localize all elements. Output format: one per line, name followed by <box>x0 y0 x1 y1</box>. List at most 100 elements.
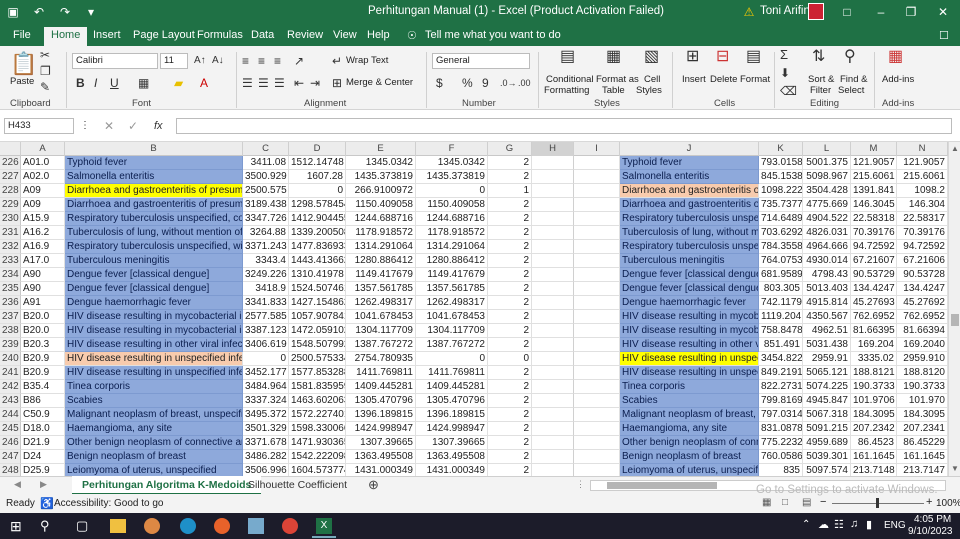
column-header-a[interactable]: A <box>21 142 65 156</box>
tab-data[interactable]: Data <box>244 27 281 46</box>
vertical-scrollbar[interactable]: ▲ ▼ <box>948 142 960 476</box>
select-all-corner[interactable] <box>0 142 21 156</box>
cell-g[interactable]: 2 <box>488 156 532 170</box>
cell-m[interactable]: 146.3045 <box>851 198 897 212</box>
cell-j[interactable]: Leiomyoma of uterus, unspecified <box>620 464 759 476</box>
cell-b[interactable]: Benign neoplasm of breast <box>65 450 243 464</box>
cell-c[interactable]: 3343.4 <box>243 254 289 268</box>
cell-m[interactable]: 67.21607 <box>851 254 897 268</box>
cell-n[interactable]: 188.8120 <box>897 366 948 380</box>
cell-e[interactable]: 1396.189815 <box>346 408 416 422</box>
cell-b[interactable]: Typhoid fever <box>65 156 243 170</box>
cell-g[interactable]: 2 <box>488 212 532 226</box>
cell-g[interactable]: 1 <box>488 184 532 198</box>
cell-e[interactable]: 1345.0342 <box>346 156 416 170</box>
tell-me-box[interactable]: Tell me what you want to do <box>418 27 568 46</box>
cell-d[interactable]: 1524.507461 <box>289 282 346 296</box>
cell-m[interactable]: 81.66395 <box>851 324 897 338</box>
cell-h[interactable] <box>532 170 574 184</box>
cell-b[interactable]: Leiomyoma of uterus, unspecified <box>65 464 243 476</box>
cell-b[interactable]: HIV disease resulting in unspecified inf… <box>65 366 243 380</box>
cell-k[interactable]: 799.8169 <box>759 394 803 408</box>
cell-c[interactable]: 3371.243 <box>243 240 289 254</box>
cell-i[interactable] <box>574 282 620 296</box>
cell-b[interactable]: Dengue haemorrhagic fever <box>65 296 243 310</box>
cell-k[interactable]: 797.0314 <box>759 408 803 422</box>
save-icon[interactable]: ▣ <box>4 3 22 21</box>
cell-m[interactable]: 94.72592 <box>851 240 897 254</box>
row-header[interactable]: 233 <box>0 254 21 268</box>
cell-e[interactable]: 1431.000349 <box>346 464 416 476</box>
chrome-icon[interactable] <box>282 518 298 534</box>
tab-review[interactable]: Review <box>280 27 330 46</box>
cell-h[interactable] <box>532 338 574 352</box>
cell-b[interactable]: Dengue fever [classical dengue] <box>65 282 243 296</box>
cell-h[interactable] <box>532 310 574 324</box>
cell-l[interactable]: 5067.318 <box>803 408 851 422</box>
cell-j[interactable]: Respiratory tuberculosis unspecified, wi… <box>620 240 759 254</box>
cell-c[interactable]: 3337.324 <box>243 394 289 408</box>
cell-h[interactable] <box>532 156 574 170</box>
sheet-prev-icon[interactable]: ◀ <box>14 479 21 490</box>
cell-g[interactable]: 2 <box>488 408 532 422</box>
cancel-icon[interactable]: ✕ <box>104 119 114 133</box>
decrease-decimal-icon[interactable]: .00 <box>518 76 531 90</box>
row-header[interactable]: 241 <box>0 366 21 380</box>
cell-k[interactable]: 735.7377 <box>759 198 803 212</box>
shrink-font-icon[interactable]: A↓ <box>212 54 224 68</box>
cell-e[interactable]: 2754.780935 <box>346 352 416 366</box>
cell-h[interactable] <box>532 394 574 408</box>
zoom-level[interactable]: 100% <box>936 498 960 509</box>
cell-k[interactable]: 849.2191 <box>759 366 803 380</box>
cell-m[interactable]: 90.53729 <box>851 268 897 282</box>
row-header[interactable]: 239 <box>0 338 21 352</box>
tray-chevron-icon[interactable]: ⌃ <box>802 519 810 530</box>
cell-n[interactable]: 169.2040 <box>897 338 948 352</box>
cell-n[interactable]: 94.72592 <box>897 240 948 254</box>
cell-d[interactable]: 2500.575334 <box>289 352 346 366</box>
cell-n[interactable]: 67.21606 <box>897 254 948 268</box>
wrap-text-button[interactable]: Wrap Text <box>346 55 388 66</box>
clear-icon[interactable]: ⌫ <box>780 84 797 98</box>
cloud-icon[interactable]: ☁ <box>818 518 829 531</box>
cell-g[interactable]: 2 <box>488 380 532 394</box>
cell-k[interactable]: 851.491 <box>759 338 803 352</box>
cell-f[interactable]: 1345.0342 <box>416 156 488 170</box>
cell-h[interactable] <box>532 212 574 226</box>
cell-f[interactable]: 1149.417679 <box>416 268 488 282</box>
row-header[interactable]: 230 <box>0 212 21 226</box>
tab-formulas[interactable]: Formulas <box>190 27 250 46</box>
cell-k[interactable]: 831.0878 <box>759 422 803 436</box>
cell-b[interactable]: Tuberculosis of lung, without mention of… <box>65 226 243 240</box>
cell-g[interactable]: 2 <box>488 394 532 408</box>
cell-a[interactable]: D25.9 <box>21 464 65 476</box>
cell-e[interactable]: 1178.918572 <box>346 226 416 240</box>
cell-j[interactable]: HIV disease resulting in mycobacterial i… <box>620 324 759 338</box>
cell-i[interactable] <box>574 212 620 226</box>
cell-i[interactable] <box>574 436 620 450</box>
align-right-icon[interactable]: ☰ <box>274 76 285 90</box>
cell-l[interactable]: 3504.428 <box>803 184 851 198</box>
cell-l[interactable]: 4959.689 <box>803 436 851 450</box>
cell-l[interactable]: 5039.301 <box>803 450 851 464</box>
column-header-f[interactable]: F <box>416 142 488 156</box>
cell-l[interactable]: 4915.814 <box>803 296 851 310</box>
cell-i[interactable] <box>574 268 620 282</box>
cell-b[interactable]: Salmonella enteritis <box>65 170 243 184</box>
cell-m[interactable]: 184.3095 <box>851 408 897 422</box>
cell-b[interactable]: HIV disease resulting in other viral inf… <box>65 338 243 352</box>
orientation-icon[interactable]: ↗ <box>294 54 304 68</box>
avatar[interactable] <box>808 3 824 20</box>
cell-b[interactable]: Haemangioma, any site <box>65 422 243 436</box>
cell-a[interactable]: B20.0 <box>21 310 65 324</box>
cell-e[interactable]: 1314.291064 <box>346 240 416 254</box>
delete-button[interactable]: Delete <box>710 74 737 85</box>
hscroll-thumb[interactable] <box>607 482 717 489</box>
cell-styles-label-2[interactable]: Styles <box>636 85 662 96</box>
cell-c[interactable]: 3341.833 <box>243 296 289 310</box>
borders-icon[interactable]: ▦ <box>138 76 149 90</box>
cell-c[interactable]: 3486.282 <box>243 450 289 464</box>
cell-c[interactable]: 3347.726 <box>243 212 289 226</box>
cell-c[interactable]: 3411.08 <box>243 156 289 170</box>
cell-m[interactable]: 207.2342 <box>851 422 897 436</box>
